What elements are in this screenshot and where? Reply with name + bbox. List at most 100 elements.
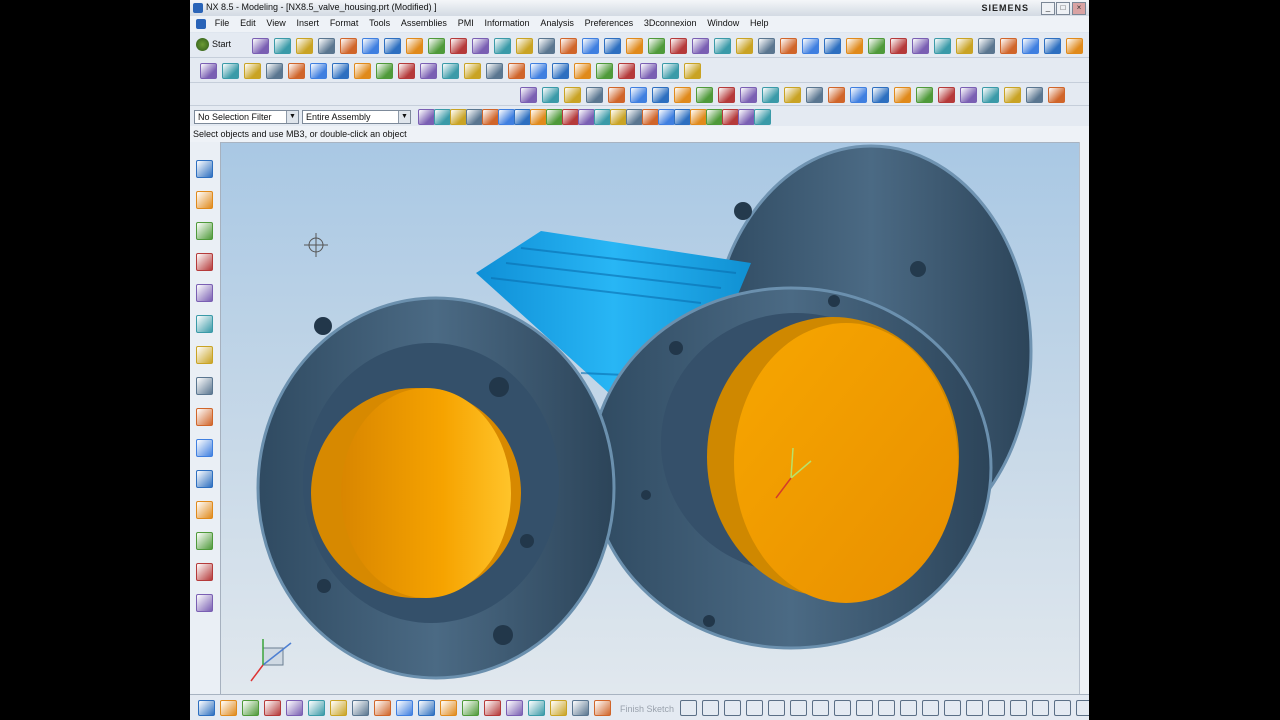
standard-tool-icon[interactable] [560,38,577,54]
feature-tool-icon[interactable] [618,63,635,79]
feature-tool-icon[interactable] [354,63,371,79]
feature-tool-icon[interactable] [662,63,679,79]
sketch-curve-icon[interactable] [878,700,895,716]
standard-tool-icon[interactable] [1066,38,1083,54]
standard-tool-icon[interactable] [428,38,445,54]
sketch-tool-icon[interactable] [242,700,259,716]
sketch-curve-icon[interactable] [1032,700,1049,716]
standard-tool-icon[interactable] [912,38,929,54]
surface-tool-icon[interactable] [1048,87,1065,103]
surface-tool-icon[interactable] [982,87,999,103]
vertical-scrollbar[interactable] [1079,142,1089,694]
selection-tool-icon[interactable] [738,109,755,125]
standard-tool-icon[interactable] [890,38,907,54]
sketch-tool-icon[interactable] [374,700,391,716]
sketch-tool-icon[interactable] [550,700,567,716]
sketch-tool-icon[interactable] [440,700,457,716]
selection-tool-icon[interactable] [498,109,515,125]
standard-tool-icon[interactable] [296,38,313,54]
menu-analysis[interactable]: Analysis [536,16,578,28]
standard-tool-icon[interactable] [494,38,511,54]
sketch-curve-icon[interactable] [680,700,697,716]
surface-tool-icon[interactable] [894,87,911,103]
graphics-window[interactable] [221,143,1089,694]
selection-tool-icon[interactable] [658,109,675,125]
sketch-curve-icon[interactable] [768,700,785,716]
minimize-button[interactable]: _ [1041,2,1055,15]
sketch-curve-icon[interactable] [966,700,983,716]
menu-insert[interactable]: Insert [293,16,324,28]
resource-bar-tab-icon[interactable] [196,532,213,550]
surface-tool-icon[interactable] [806,87,823,103]
resource-bar-tab-icon[interactable] [196,501,213,519]
feature-tool-icon[interactable] [552,63,569,79]
standard-tool-icon[interactable] [384,38,401,54]
resource-bar-tab-icon[interactable] [196,253,213,271]
standard-tool-icon[interactable] [648,38,665,54]
standard-tool-icon[interactable] [252,38,269,54]
standard-tool-icon[interactable] [934,38,951,54]
standard-tool-icon[interactable] [758,38,775,54]
menu-file[interactable]: File [211,16,234,28]
app-menu-icon[interactable] [196,19,206,29]
standard-tool-icon[interactable] [780,38,797,54]
sketch-curve-icon[interactable] [900,700,917,716]
menu-view[interactable]: View [262,16,289,28]
selection-tool-icon[interactable] [722,109,739,125]
feature-tool-icon[interactable] [310,63,327,79]
surface-tool-icon[interactable] [1026,87,1043,103]
standard-tool-icon[interactable] [978,38,995,54]
sketch-tool-icon[interactable] [330,700,347,716]
feature-tool-icon[interactable] [684,63,701,79]
feature-tool-icon[interactable] [486,63,503,79]
standard-tool-icon[interactable] [472,38,489,54]
menu-tools[interactable]: Tools [365,16,394,28]
sketch-tool-icon[interactable] [418,700,435,716]
sketch-tool-icon[interactable] [286,700,303,716]
start-button[interactable]: Start [196,38,231,51]
standard-tool-icon[interactable] [692,38,709,54]
sketch-tool-icon[interactable] [594,700,611,716]
menu-pmi[interactable]: PMI [454,16,478,28]
surface-tool-icon[interactable] [784,87,801,103]
surface-tool-icon[interactable] [652,87,669,103]
selection-tool-icon[interactable] [514,109,531,125]
standard-tool-icon[interactable] [362,38,379,54]
sketch-curve-icon[interactable] [702,700,719,716]
feature-tool-icon[interactable] [244,63,261,79]
surface-tool-icon[interactable] [850,87,867,103]
valve-housing-model[interactable] [221,143,1089,694]
feature-tool-icon[interactable] [200,63,217,79]
sketch-tool-icon[interactable] [484,700,501,716]
selection-tool-icon[interactable] [610,109,627,125]
menu-information[interactable]: Information [481,16,534,28]
scope-dropdown[interactable]: Entire Assembly ▼ [302,110,411,124]
feature-tool-icon[interactable] [288,63,305,79]
standard-tool-icon[interactable] [824,38,841,54]
selection-tool-icon[interactable] [594,109,611,125]
surface-tool-icon[interactable] [1004,87,1021,103]
surface-tool-icon[interactable] [608,87,625,103]
surface-tool-icon[interactable] [542,87,559,103]
menu-preferences[interactable]: Preferences [581,16,638,28]
resource-bar-tab-icon[interactable] [196,346,213,364]
sketch-curve-icon[interactable] [988,700,1005,716]
selection-filter-dropdown[interactable]: No Selection Filter ▼ [194,110,299,124]
standard-tool-icon[interactable] [956,38,973,54]
sketch-tool-icon[interactable] [572,700,589,716]
standard-tool-icon[interactable] [670,38,687,54]
surface-tool-icon[interactable] [696,87,713,103]
left-cap-face[interactable] [341,388,511,598]
menu-format[interactable]: Format [326,16,363,28]
feature-tool-icon[interactable] [640,63,657,79]
sketch-curve-icon[interactable] [1076,700,1089,716]
resource-bar-tab-icon[interactable] [196,439,213,457]
resource-bar-tab-icon[interactable] [196,377,213,395]
sketch-curve-icon[interactable] [834,700,851,716]
sketch-tool-icon[interactable] [462,700,479,716]
standard-tool-icon[interactable] [318,38,335,54]
feature-tool-icon[interactable] [574,63,591,79]
sketch-curve-icon[interactable] [746,700,763,716]
standard-tool-icon[interactable] [450,38,467,54]
surface-tool-icon[interactable] [630,87,647,103]
